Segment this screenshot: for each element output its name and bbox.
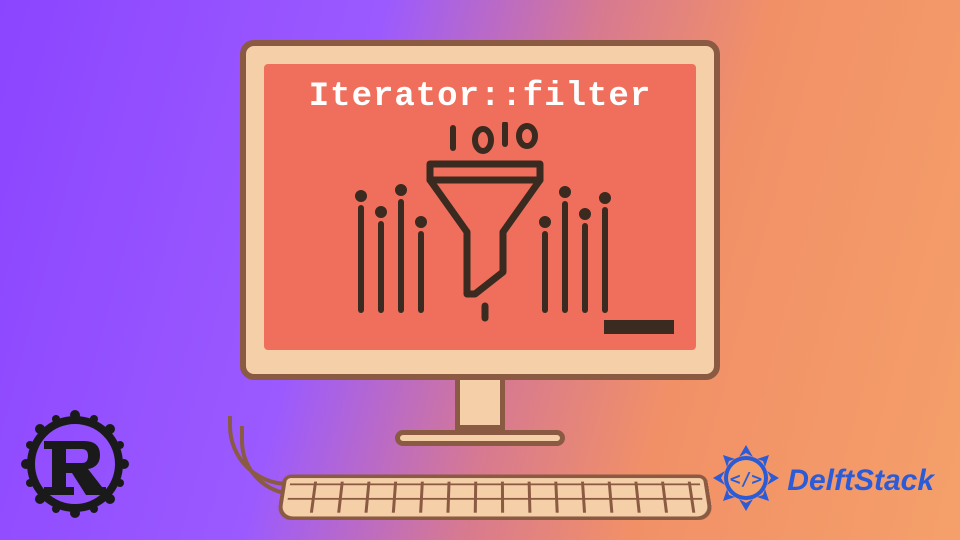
filter-funnel-icon [335,122,625,322]
computer-illustration: Iterator::filter [240,40,720,446]
svg-text:</>: </> [730,469,763,490]
delftstack-logo: </> DelftStack [711,443,934,518]
delftstack-badge-icon: </> [711,443,781,518]
rust-logo-icon [20,409,130,524]
text-cursor-bar [604,320,674,334]
delftstack-text: DelftStack [787,464,934,498]
monitor-screen: Iterator::filter [264,64,696,350]
monitor-base [395,430,565,446]
screen-title: Iterator::filter [309,78,651,116]
monitor-stand [455,380,505,430]
monitor-frame: Iterator::filter [240,40,720,380]
keyboard [276,475,713,521]
